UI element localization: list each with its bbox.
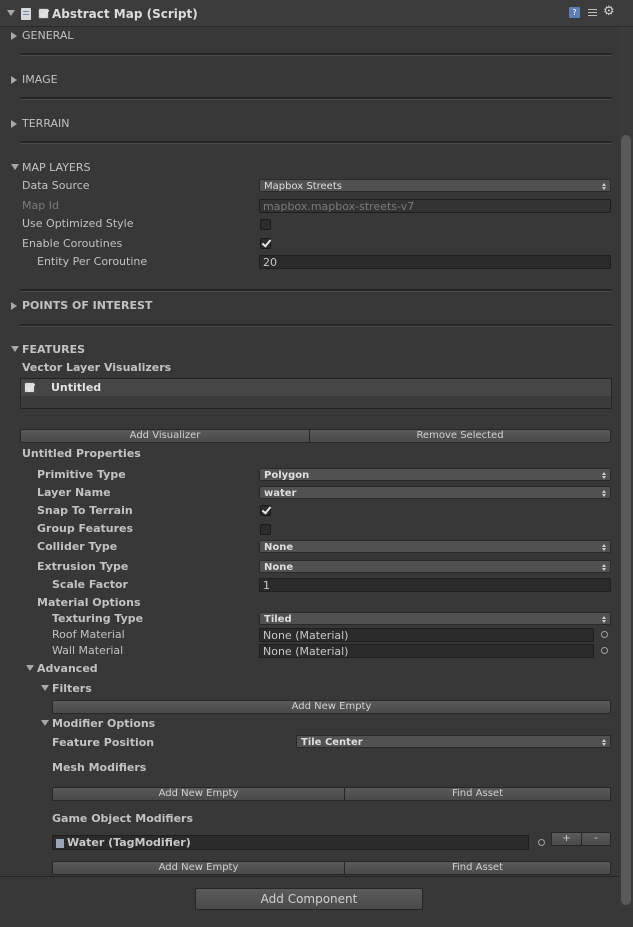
section-features[interactable]: FEATURES: [22, 343, 85, 357]
presets-icon[interactable]: [587, 7, 598, 18]
texturing-type-label: Texturing Type: [52, 612, 144, 625]
general-foldout-arrow[interactable]: [11, 32, 17, 40]
wall-material-picker-icon[interactable]: [601, 647, 608, 654]
texturing-type-dropdown[interactable]: Tiled: [259, 612, 611, 625]
go-modifier-item-label: Water (TagModifier): [67, 836, 191, 849]
primitive-type-dropdown[interactable]: Polygon: [259, 468, 611, 481]
component-enabled-checkbox[interactable]: [38, 8, 49, 19]
section-map-layers[interactable]: MAP LAYERS: [22, 161, 91, 175]
remove-modifier-minus-button[interactable]: -: [581, 832, 611, 846]
divider: [20, 289, 612, 292]
modifier-options-title[interactable]: Modifier Options: [52, 717, 155, 731]
extrusion-type-label: Extrusion Type: [37, 560, 129, 573]
collider-type-dropdown[interactable]: None: [259, 540, 611, 553]
filters-foldout-arrow[interactable]: [41, 685, 49, 691]
section-poi[interactable]: POINTS OF INTEREST: [22, 299, 152, 313]
entity-per-coroutine-field[interactable]: 20: [259, 255, 611, 269]
optimized-style-checkbox[interactable]: [260, 219, 271, 230]
gear-icon[interactable]: ⚙: [603, 5, 617, 19]
snap-to-terrain-checkbox[interactable]: [260, 505, 271, 516]
visualizer-list-item[interactable]: [21, 379, 611, 396]
section-general[interactable]: GENERAL: [22, 29, 74, 43]
map-id-field: mapbox.mapbox-streets-v7: [259, 199, 611, 213]
component-foldout-arrow[interactable]: [7, 10, 15, 16]
divider: [20, 97, 612, 100]
mesh-modifiers-label: Mesh Modifiers: [52, 761, 147, 774]
poi-foldout-arrow[interactable]: [11, 302, 17, 310]
wall-material-label: Wall Material: [52, 644, 124, 657]
visualizer-item-label: Untitled: [51, 381, 102, 394]
modifier-options-foldout-arrow[interactable]: [41, 720, 49, 726]
snap-to-terrain-label: Snap To Terrain: [37, 504, 133, 517]
group-features-label: Group Features: [37, 522, 134, 535]
help-book-icon[interactable]: ?: [569, 7, 580, 18]
scale-factor-label: Scale Factor: [52, 578, 128, 591]
component-title: Abstract Map (Script): [52, 7, 198, 21]
divider: [20, 53, 612, 56]
visualizer-item-checkbox[interactable]: [24, 382, 35, 393]
entity-per-coroutine-label: Entity Per Coroutine: [37, 255, 148, 268]
mesh-add-new-empty-button[interactable]: Add New Empty: [52, 787, 345, 801]
divider: [20, 324, 612, 327]
add-component-button[interactable]: Add Component: [195, 888, 423, 910]
map-layers-foldout-arrow[interactable]: [11, 164, 19, 170]
roof-material-picker-icon[interactable]: [601, 631, 608, 638]
game-object-modifiers-label: Game Object Modifiers: [52, 812, 194, 825]
feature-position-label: Feature Position: [52, 736, 155, 749]
add-modifier-plus-button[interactable]: +: [551, 832, 582, 846]
coroutines-checkbox[interactable]: [260, 238, 271, 249]
map-id-label: Map Id: [22, 199, 59, 212]
feature-position-dropdown[interactable]: Tile Center: [296, 735, 611, 748]
features-foldout-arrow[interactable]: [11, 346, 19, 352]
untitled-properties-title: Untitled Properties: [22, 447, 141, 460]
vector-layer-visualizers-label: Vector Layer Visualizers: [22, 361, 172, 374]
collider-type-label: Collider Type: [37, 540, 118, 553]
coroutines-label: Enable Coroutines: [22, 237, 123, 250]
add-visualizer-button[interactable]: Add Visualizer: [20, 429, 310, 443]
section-terrain[interactable]: TERRAIN: [22, 117, 70, 131]
optimized-style-label: Use Optimized Style: [22, 217, 134, 230]
go-modifier-item-field[interactable]: Water (TagModifier): [52, 835, 529, 850]
script-file-icon: [21, 8, 31, 20]
divider: [20, 141, 612, 144]
go-modifier-picker-icon[interactable]: [538, 839, 545, 846]
image-foldout-arrow[interactable]: [11, 76, 17, 84]
modifier-script-icon: [56, 838, 64, 848]
component-footer-divider: [0, 876, 619, 877]
remove-selected-button[interactable]: Remove Selected: [309, 429, 611, 443]
primitive-type-label: Primitive Type: [37, 468, 126, 481]
wall-material-field[interactable]: None (Material): [259, 644, 594, 658]
layer-name-label: Layer Name: [37, 486, 111, 499]
go-find-asset-button[interactable]: Find Asset: [344, 861, 611, 875]
scale-factor-field[interactable]: 1: [259, 578, 611, 592]
filters-title[interactable]: Filters: [52, 682, 92, 696]
data-source-label: Data Source: [22, 179, 90, 192]
layer-name-dropdown[interactable]: water: [259, 486, 611, 499]
advanced-foldout-arrow[interactable]: [26, 665, 34, 671]
terrain-foldout-arrow[interactable]: [11, 120, 17, 128]
scrollbar-thumb[interactable]: [621, 135, 631, 905]
roof-material-field[interactable]: None (Material): [259, 628, 594, 642]
filters-add-new-empty-button[interactable]: Add New Empty: [52, 700, 611, 714]
go-add-new-empty-button[interactable]: Add New Empty: [52, 861, 345, 875]
mesh-find-asset-button[interactable]: Find Asset: [344, 787, 611, 801]
group-features-checkbox[interactable]: [260, 524, 271, 535]
advanced-title[interactable]: Advanced: [37, 662, 98, 676]
data-source-dropdown[interactable]: Mapbox Streets: [259, 179, 611, 192]
roof-material-label: Roof Material: [52, 628, 125, 641]
material-options-label: Material Options: [37, 596, 141, 609]
extrusion-type-dropdown[interactable]: None: [259, 560, 611, 573]
section-image[interactable]: IMAGE: [22, 73, 58, 87]
